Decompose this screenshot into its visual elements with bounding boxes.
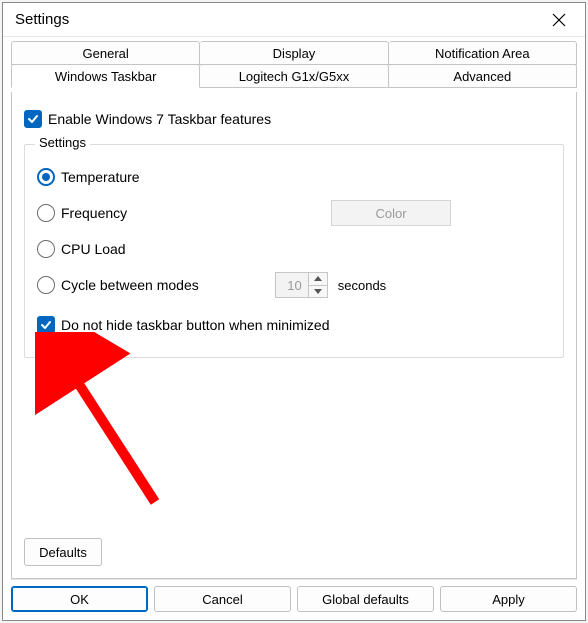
close-button[interactable] <box>539 6 579 34</box>
spinner-up[interactable] <box>309 273 327 285</box>
tab-logitech[interactable]: Logitech G1x/G5xx <box>200 64 388 88</box>
tab-row-back: General Display Notification Area <box>11 41 577 65</box>
radio-cpu-load[interactable] <box>37 240 55 258</box>
panel-bottom: Defaults <box>24 538 564 566</box>
check-icon <box>27 113 39 125</box>
defaults-button[interactable]: Defaults <box>24 538 102 566</box>
apply-button[interactable]: Apply <box>440 586 577 612</box>
tab-panel-windows-taskbar: Enable Windows 7 Taskbar features Settin… <box>11 92 577 579</box>
enable-taskbar-label: Enable Windows 7 Taskbar features <box>48 111 271 127</box>
radio-cpu-load-label: CPU Load <box>61 241 126 257</box>
radio-cycle-label: Cycle between modes <box>61 277 199 293</box>
dialog-footer: OK Cancel Global defaults Apply <box>11 579 577 612</box>
radio-cycle-modes[interactable] <box>37 276 55 294</box>
ok-button[interactable]: OK <box>11 586 148 612</box>
settings-window: Settings General Display Notification Ar… <box>2 2 586 621</box>
tab-display[interactable]: Display <box>200 41 388 65</box>
cycle-seconds-spinner[interactable] <box>275 272 328 298</box>
cycle-seconds-wrap: seconds <box>275 272 386 298</box>
chevron-down-icon <box>314 289 322 294</box>
tab-container: General Display Notification Area Window… <box>11 41 577 88</box>
chevron-up-icon <box>314 276 322 281</box>
radio-temperature-label: Temperature <box>61 169 140 185</box>
radio-temperature[interactable] <box>37 168 55 186</box>
radio-frequency-label: Frequency <box>61 205 127 221</box>
spinner-down[interactable] <box>309 285 327 298</box>
cancel-button[interactable]: Cancel <box>154 586 291 612</box>
seconds-label: seconds <box>338 278 386 293</box>
cycle-seconds-input[interactable] <box>276 273 308 297</box>
tab-row-front: Windows Taskbar Logitech G1x/G5xx Advanc… <box>11 64 577 88</box>
titlebar: Settings <box>3 3 585 37</box>
window-title: Settings <box>15 11 69 28</box>
settings-group: Settings Temperature Frequency Color CPU… <box>24 144 564 358</box>
enable-taskbar-checkbox[interactable] <box>24 110 42 128</box>
tab-advanced[interactable]: Advanced <box>389 64 577 88</box>
global-defaults-button[interactable]: Global defaults <box>297 586 434 612</box>
tab-notification-area[interactable]: Notification Area <box>389 41 577 65</box>
color-button[interactable]: Color <box>331 200 451 226</box>
tab-general[interactable]: General <box>11 41 200 65</box>
tab-windows-taskbar[interactable]: Windows Taskbar <box>11 64 200 88</box>
settings-group-legend: Settings <box>35 135 90 150</box>
radio-frequency[interactable] <box>37 204 55 222</box>
close-icon <box>552 13 566 27</box>
client-area: General Display Notification Area Window… <box>3 37 585 620</box>
spinner-buttons <box>308 273 327 297</box>
enable-row: Enable Windows 7 Taskbar features <box>24 110 564 128</box>
do-not-hide-label: Do not hide taskbar button when minimize… <box>61 317 329 333</box>
check-icon <box>40 319 52 331</box>
do-not-hide-checkbox[interactable] <box>37 316 55 334</box>
